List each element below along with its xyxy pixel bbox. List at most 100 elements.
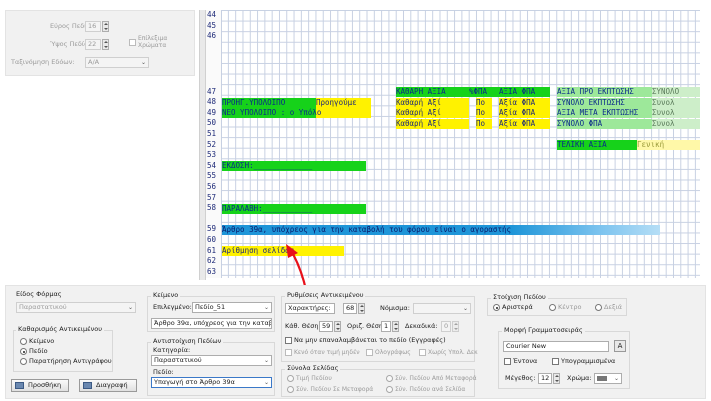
font-icon: A — [617, 342, 623, 350]
row-number: 59 — [206, 224, 220, 235]
grid-field[interactable]: ΣΥΝΟΛΟ ΕΚΠΤΩΣΗΣ — [557, 97, 652, 108]
grid-field[interactable]: Καθαρή Αξί — [396, 108, 469, 119]
grid-field[interactable]: ΑΞΙΑ ΦΠΑ — [499, 87, 550, 97]
grid-field[interactable]: Συνολ — [652, 108, 700, 119]
grid-field[interactable]: ΠΑΡΑΛΑΒΗ:___________ — [222, 203, 366, 214]
clear-text-label: Κείμενο — [29, 337, 55, 345]
grid-field[interactable]: Αξία ΦΠΑ — [499, 118, 550, 129]
field-height-value: 22 — [88, 40, 97, 48]
no-repeat-checkbox[interactable] — [285, 337, 292, 344]
clear-copy-note-label: Παρατήρηση Αντιγράφου — [29, 357, 112, 365]
sum-to-transfer-radio[interactable] — [287, 386, 294, 393]
grid-field[interactable]: Αξία ΦΠΑ — [499, 97, 550, 108]
font-size-input[interactable]: 12 — [538, 373, 552, 384]
sum-per-page-radio[interactable] — [386, 386, 393, 393]
decimals-label: Δεκαδικά: — [405, 322, 438, 330]
grid-field[interactable]: Συνολ — [652, 97, 700, 108]
underline-label: Υπογραμμισμένα — [561, 357, 616, 365]
chars-spinner[interactable] — [358, 303, 365, 314]
field-value: Υπαγωγή στο Άρθρο 39α — [154, 378, 235, 386]
grid-field[interactable]: Καθαρή Αξί — [396, 118, 469, 129]
sum-from-transfer-radio[interactable] — [386, 375, 393, 382]
field-width-input[interactable]: 16 — [85, 21, 101, 32]
grid-field[interactable]: ΑΞΙΑ ΠΡΟ ΕΚΠΤΩΣΗΣ — [557, 87, 652, 97]
grid-field[interactable]: Προηγούμε — [316, 97, 371, 108]
grid-field[interactable]: %ΦΠΑ — [469, 87, 499, 97]
grid-field[interactable]: ΣΥΝΟΛΟ — [652, 87, 700, 97]
field-height-input[interactable]: 22 — [85, 39, 101, 50]
add-button[interactable]: Προσθήκη — [11, 379, 69, 392]
grid-field[interactable]: ΝΕΟ ΥΠΟΛΟΙΠΟ : ο Υπόλο — [222, 108, 371, 119]
font-size-spinner[interactable] — [553, 373, 560, 384]
no-decimals-label: Χωρίς Υπολ. Δεκ — [428, 349, 478, 356]
bold-checkbox[interactable] — [504, 358, 511, 365]
field-height-spinner[interactable] — [102, 39, 109, 50]
grid-field[interactable]: ΚΑΘΑΡΗ ΑΞΙΑ — [396, 87, 477, 97]
chars-label: Χαρακτήρες: — [288, 304, 331, 312]
form-type-select[interactable]: Παραστατικού ⌄ — [16, 302, 136, 313]
align-center-radio[interactable] — [549, 304, 556, 311]
grid-field[interactable]: ΑΞΙΑ ΜΕΤΑ ΕΚΠΤΩΣΗΣ — [557, 108, 652, 119]
row-number: 56 — [206, 181, 220, 193]
colors-checkbox[interactable] — [129, 39, 136, 46]
delete-icon — [83, 382, 92, 389]
hpos-spinner[interactable] — [392, 321, 399, 332]
chevron-down-icon: ⌄ — [264, 357, 270, 364]
font-format-title: Μορφή Γραμματοσειράς — [502, 326, 585, 334]
field-width-spinner[interactable] — [102, 21, 109, 32]
grid-field[interactable]: ΕΚΔΟΣΗ:_____________ — [222, 161, 366, 172]
object-settings-title: Ρυθμίσεις Αντικειμένου — [285, 291, 366, 299]
sum-field-value-radio[interactable] — [287, 375, 294, 382]
currency-select[interactable]: ⌄ — [413, 303, 471, 314]
underline-checkbox[interactable] — [552, 358, 559, 365]
vpos-input[interactable]: 59 — [319, 321, 333, 332]
grid-field[interactable]: Πο — [476, 118, 492, 129]
category-label: Κατηγορία: — [153, 346, 191, 354]
grid-field[interactable]: Αξία ΦΠΑ — [499, 108, 550, 119]
field-align-title: Στοίχιση Πεδίου — [491, 293, 548, 301]
field-select[interactable]: Υπαγωγή στο Άρθρο 39α ⌄ — [151, 377, 272, 388]
text-value-input[interactable]: Άρθρο 39α, υπόχρεος για την καταβο — [151, 318, 272, 329]
font-color-select[interactable]: ⌄ — [594, 373, 622, 384]
grid-field[interactable]: Γενική — [637, 140, 700, 150]
words-checkbox[interactable] — [366, 349, 373, 356]
color-swatch-icon — [597, 376, 607, 381]
field-mapping-title: Αντιστοίχιση Πεδίων — [151, 337, 224, 345]
row-number: 62 — [206, 256, 220, 267]
align-right-radio[interactable] — [595, 304, 602, 311]
selected-grid-field[interactable]: Άρθρο 39α, υπόχρεος για την καταβολή του… — [222, 224, 660, 235]
row-number: 50 — [206, 118, 220, 129]
grid-field[interactable]: Καθαρή Αξί — [396, 97, 469, 108]
font-name-input[interactable]: Courier New — [503, 341, 609, 352]
grid-field[interactable]: Πο — [476, 108, 492, 119]
clear-field-radio[interactable] — [20, 348, 27, 355]
grid-field[interactable]: ΤΕΛΙΚΗ ΑΞΙΑ — [557, 140, 637, 150]
empty-zero-checkbox[interactable] — [285, 349, 292, 356]
chars-input[interactable]: 68 — [343, 303, 357, 314]
clear-copy-note-radio[interactable] — [20, 358, 27, 365]
field-width-value: 16 — [88, 22, 97, 30]
clear-object-title: Καθαρισμός Αντικειμένου — [16, 325, 104, 333]
grid-field[interactable]: Πο — [476, 97, 492, 108]
font-size-label: Μέγεθος: — [505, 374, 536, 382]
grid-field[interactable]: Αρίθμηση σελίδας — [222, 246, 344, 256]
chevron-down-icon: ⌄ — [264, 304, 270, 311]
clear-text-radio[interactable] — [20, 338, 27, 345]
category-select[interactable]: Παραστατικού ⌄ — [151, 355, 272, 366]
grid-field[interactable]: Συνολ — [652, 118, 700, 129]
no-decimals-checkbox[interactable] — [419, 349, 426, 356]
grid-field[interactable]: ΣΥΝΟΛΟ ΦΠΑ — [557, 118, 652, 129]
sort-select[interactable]: Α/Α ⌄ — [85, 57, 149, 68]
vpos-spinner[interactable] — [334, 321, 341, 332]
text-value: Άρθρο 39α, υπόχρεος για την καταβο — [154, 319, 272, 327]
chevron-down-icon: ⌄ — [141, 59, 147, 66]
font-picker-button[interactable]: A — [614, 340, 626, 352]
form-designer-grid[interactable]: 44 45 46 47 48 49 50 51 52 53 54 55 56 5… — [206, 10, 700, 278]
decimals-spinner[interactable] — [452, 321, 459, 332]
decimals-input[interactable]: 0 — [441, 321, 451, 332]
grid-field[interactable]: ΠΡΟΗΓ.ΥΠΟΛΟΙΠΟ — [222, 97, 316, 108]
hpos-input[interactable]: 1 — [381, 321, 391, 332]
selected-object-select[interactable]: Πεδίο_51 ⌄ — [192, 302, 272, 313]
align-left-radio[interactable] — [493, 304, 500, 311]
delete-button[interactable]: Διαγραφή — [79, 379, 137, 392]
